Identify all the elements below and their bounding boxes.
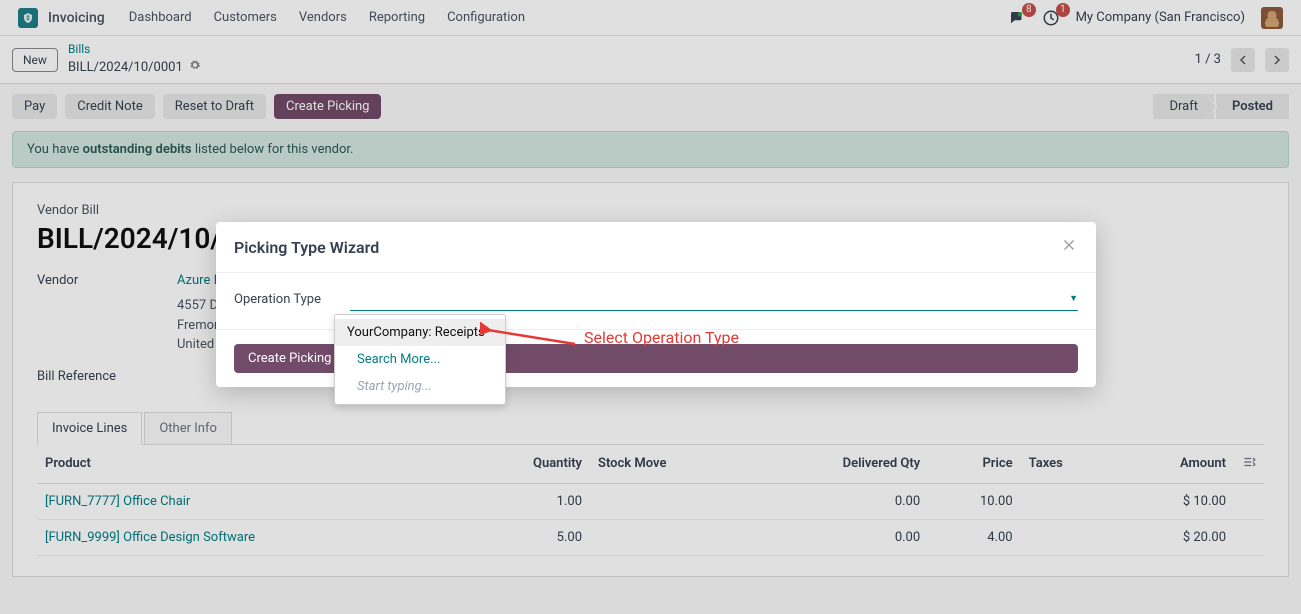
operation-type-dropdown: YourCompany: Receipts Search More... Sta… bbox=[334, 314, 506, 405]
modal-title: Picking Type Wizard bbox=[234, 238, 379, 257]
dropdown-option-receipts[interactable]: YourCompany: Receipts bbox=[335, 319, 505, 346]
operation-type-field[interactable]: ▼ bbox=[350, 287, 1078, 311]
operation-type-label: Operation Type bbox=[234, 292, 334, 307]
dropdown-search-more[interactable]: Search More... bbox=[335, 346, 505, 373]
close-icon[interactable] bbox=[1060, 236, 1078, 258]
chevron-down-icon[interactable]: ▼ bbox=[1069, 293, 1078, 304]
dropdown-hint: Start typing... bbox=[335, 373, 505, 400]
operation-type-input[interactable] bbox=[350, 289, 1065, 308]
